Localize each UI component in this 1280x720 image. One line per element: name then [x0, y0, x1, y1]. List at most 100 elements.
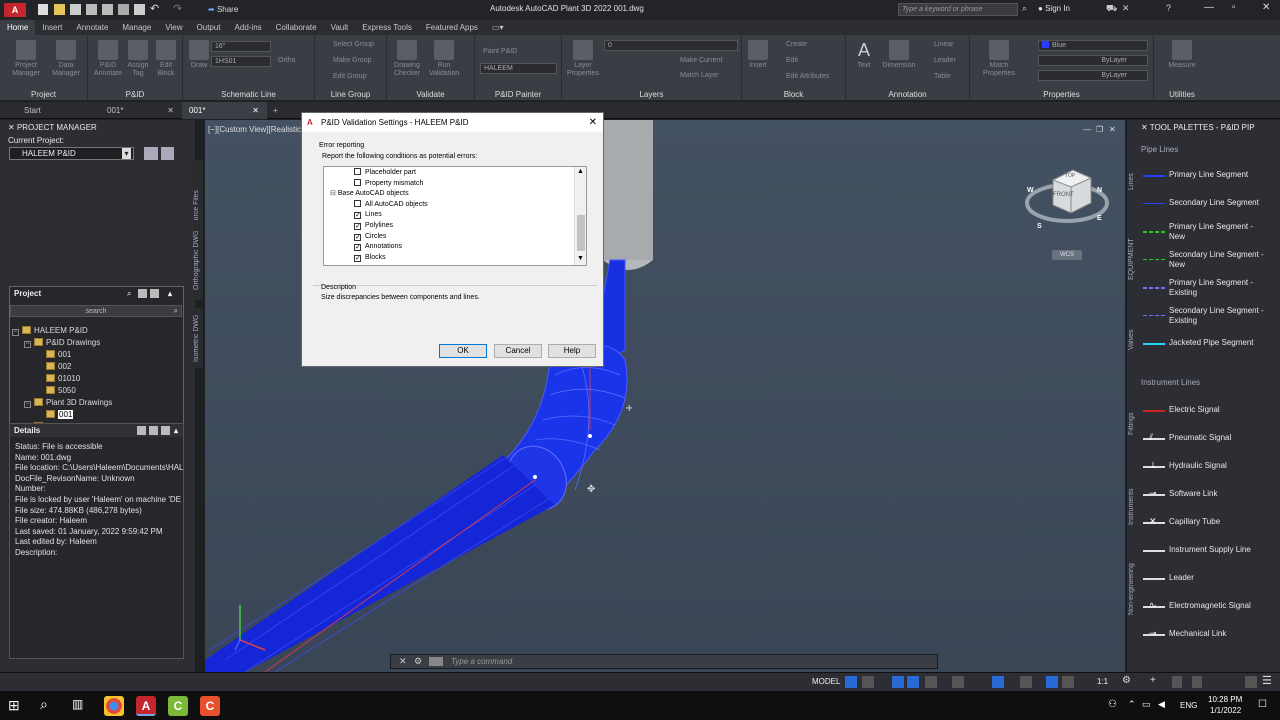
ortho-button[interactable]: Ortho: [278, 57, 296, 64]
add-icon[interactable]: +: [1150, 675, 1156, 686]
condition-row[interactable]: ✓ Lines: [354, 210, 382, 220]
dimension-button[interactable]: Dimension: [882, 40, 916, 70]
language-indicator[interactable]: ENG: [1180, 701, 1197, 710]
grid-icon[interactable]: [845, 676, 857, 688]
print-small-icon[interactable]: [138, 289, 147, 298]
customize-icon[interactable]: ⚙: [414, 656, 422, 667]
recorder-icon[interactable]: C: [200, 696, 220, 716]
3d-osnap-icon[interactable]: [1046, 676, 1058, 688]
palette-tab-instruments[interactable]: Instruments: [1128, 475, 1138, 525]
hardware-accel-icon[interactable]: [1192, 676, 1202, 688]
help-icon[interactable]: ?: [1166, 3, 1171, 13]
ribbon-tab-annotate[interactable]: Annotate: [69, 20, 115, 35]
palette-tool-pipe-line[interactable]: Primary Line Segment: [1169, 170, 1269, 180]
scrollbar-thumb[interactable]: [577, 215, 585, 251]
palette-tool-instrument-line[interactable]: Pneumatic Signal: [1169, 433, 1231, 443]
ribbon-tab-output[interactable]: Output: [190, 20, 228, 35]
viewport-restore-icon[interactable]: ❐: [1096, 125, 1103, 134]
ortho-icon[interactable]: [892, 676, 904, 688]
current-project-select[interactable]: HALEEM P&ID ▾: [9, 147, 134, 160]
edit-attributes-button[interactable]: Edit Attributes: [786, 73, 829, 80]
sign-in-button[interactable]: ● Sign In: [1038, 4, 1070, 13]
palette-tool-instrument-line[interactable]: Electromagnetic Signal: [1169, 601, 1251, 611]
tree-item[interactable]: 5050: [36, 386, 76, 396]
palette-tab-lines[interactable]: Lines: [1128, 160, 1138, 190]
viewport-close-icon[interactable]: ✕: [1109, 125, 1116, 134]
palette-tool-pipe-line[interactable]: Secondary Line Segment: [1169, 198, 1269, 208]
clock-date[interactable]: 1/1/2022: [1210, 706, 1241, 715]
otrack-icon[interactable]: [952, 676, 964, 688]
windows-start-icon[interactable]: ⊞: [8, 697, 20, 714]
condition-row[interactable]: Placeholder part: [354, 168, 416, 178]
palette-tool-pipe-line[interactable]: Primary Line Segment - New: [1169, 222, 1269, 242]
clean-screen-icon[interactable]: [1245, 676, 1257, 688]
edit-block-button[interactable]: Edit: [786, 57, 798, 64]
tree-item[interactable]: 001: [36, 350, 71, 360]
ribbon-tab-add-ins[interactable]: Add-ins: [228, 20, 269, 35]
condition-row[interactable]: ✓ Blocks: [354, 253, 386, 263]
palette-tool-pipe-line[interactable]: Jacketed Pipe Segment: [1169, 338, 1269, 348]
ribbon-tab-view[interactable]: View: [158, 20, 189, 35]
refresh-icon[interactable]: [150, 289, 159, 298]
side-tab-orthographic-dwg[interactable]: Orthographic DWG: [193, 220, 203, 300]
print-icon[interactable]: [134, 4, 145, 15]
search-icon[interactable]: ⌕: [1022, 3, 1027, 14]
linear-button[interactable]: Linear: [934, 41, 953, 48]
tab-start[interactable]: Start: [0, 102, 95, 119]
dialog-title-bar[interactable]: A P&ID Validation Settings - HALEEM P&ID…: [302, 113, 603, 132]
condition-row[interactable]: ✓ Circles: [354, 232, 386, 242]
plot-icon[interactable]: [102, 4, 113, 15]
settings-icon[interactable]: [161, 147, 174, 160]
tree-item[interactable]: − P&ID Drawings: [24, 338, 100, 348]
assign-tag-button[interactable]: Assign Tag: [124, 40, 152, 78]
viewcube[interactable]: TOP FRONT W S E N: [1025, 165, 1109, 235]
wcs-button[interactable]: WCS: [1052, 250, 1082, 260]
condition-row[interactable]: ✓ Polylines: [354, 221, 393, 231]
ribbon-tab-insert[interactable]: Insert: [35, 20, 69, 35]
chrome-icon[interactable]: [104, 696, 124, 716]
measure-button[interactable]: Measure: [1164, 40, 1200, 70]
lineweight-icon[interactable]: [992, 676, 1004, 688]
checkbox-checked[interactable]: ✓: [354, 244, 361, 252]
save-icon[interactable]: [70, 4, 81, 15]
tree-item[interactable]: − Plant 3D Drawings: [24, 398, 112, 408]
palette-tool-instrument-line[interactable]: Mechanical Link: [1169, 629, 1226, 639]
help-button[interactable]: Help: [548, 344, 596, 358]
palette-tab-fittings[interactable]: Fittings: [1128, 400, 1138, 435]
collapse-icon[interactable]: −: [12, 329, 19, 336]
camtasia-icon[interactable]: C: [168, 696, 188, 716]
checkbox[interactable]: [354, 199, 361, 207]
autocad-taskbar-icon[interactable]: A: [136, 696, 156, 716]
people-icon[interactable]: ⚇: [1108, 699, 1117, 710]
command-input[interactable]: Type a command: [451, 657, 512, 666]
lineweight-select[interactable]: ByLayer: [1038, 70, 1148, 81]
conditions-list[interactable]: Placeholder part Property mismatch ⊟ Base …: [323, 166, 587, 266]
new-tab-button[interactable]: +: [270, 102, 284, 119]
search-input[interactable]: Type a keyword or phrase: [899, 6, 982, 13]
clock-time[interactable]: 10:28 PM: [1208, 695, 1242, 704]
isolate-icon[interactable]: [1172, 676, 1182, 688]
tree-item[interactable]: − HALEEM P&ID: [12, 326, 88, 336]
web-icon[interactable]: [118, 4, 129, 15]
checkbox[interactable]: [354, 178, 361, 186]
print-icon[interactable]: [144, 147, 158, 160]
ribbon-tab-home[interactable]: Home: [0, 20, 36, 35]
project-manager-button[interactable]: Project Manager: [12, 40, 40, 78]
list-scrollbar[interactable]: ▲ ▼: [574, 167, 586, 265]
minimize-icon[interactable]: —: [1204, 2, 1214, 13]
checkbox-checked[interactable]: ✓: [354, 223, 361, 230]
close-icon[interactable]: ✕: [8, 123, 15, 132]
edit-block-button[interactable]: Edit Block: [152, 40, 180, 78]
tree-search-field[interactable]: search ⌕: [10, 305, 182, 317]
close-icon[interactable]: ✕: [399, 656, 407, 667]
ribbon-options-icon[interactable]: ▭▾: [485, 20, 511, 35]
exchange-icon[interactable]: ✕: [1122, 3, 1130, 14]
details-tool-icon[interactable]: [137, 426, 146, 435]
painter-value-select[interactable]: HALEEM: [480, 63, 557, 74]
ribbon-tab-manage[interactable]: Manage: [115, 20, 158, 35]
palette-tool-pipe-line[interactable]: Secondary Line Segment - New: [1169, 250, 1269, 270]
palette-tool-instrument-line[interactable]: Leader: [1169, 573, 1194, 583]
save-as-icon[interactable]: [86, 4, 97, 15]
ribbon-tab-featured-apps[interactable]: Featured Apps: [419, 20, 485, 35]
run-validation-button[interactable]: Run Validation: [427, 40, 461, 78]
